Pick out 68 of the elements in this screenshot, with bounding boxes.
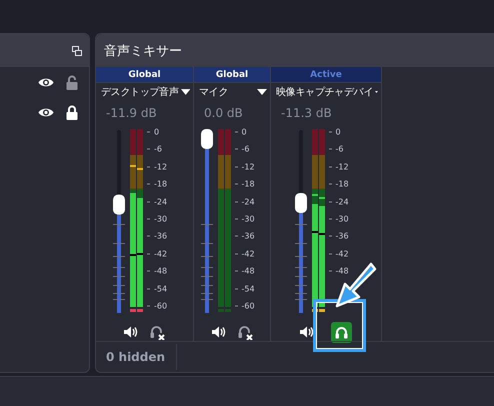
scale-label: -30 <box>147 214 168 224</box>
unlocked-icon[interactable] <box>66 74 78 90</box>
volume-fader[interactable] <box>112 129 126 315</box>
channel-dropdown[interactable]: マイク <box>194 82 270 101</box>
scale-label: -36 <box>147 232 168 241</box>
scale-label: -24 <box>147 197 168 206</box>
caret-icon <box>180 89 190 95</box>
mode-label: Global <box>96 67 193 82</box>
scale-label: -12 <box>147 162 168 172</box>
headphones-off-icon <box>238 324 252 340</box>
eye-icon[interactable] <box>38 106 54 118</box>
channel-dropdown[interactable]: 映像キャプチャデバイ <box>271 82 381 101</box>
scale-label: 0 <box>234 128 247 136</box>
volume-reading: -11.3 dB <box>280 105 333 122</box>
speaker-icon <box>212 326 226 338</box>
scale-label: -24 <box>234 197 255 206</box>
mode-label: Active <box>271 67 381 82</box>
scale-label: -18 <box>234 180 255 189</box>
mute-button[interactable] <box>300 326 314 338</box>
mute-button[interactable] <box>212 326 226 338</box>
mode-label: Global <box>194 67 270 82</box>
scale-label: -6 <box>147 144 162 154</box>
scale-label: -48 <box>234 266 255 276</box>
monitor-button[interactable] <box>150 324 165 340</box>
scale-label: -30 <box>328 214 349 224</box>
volume-fader[interactable] <box>200 129 214 315</box>
channel-dropdown[interactable]: デスクトップ音声 <box>96 82 193 101</box>
volume-reading: 0.0 dB <box>203 105 244 122</box>
scale-label: -18 <box>328 180 349 189</box>
mute-button[interactable] <box>124 326 138 338</box>
scale-label: -36 <box>328 232 349 241</box>
scale-label: -42 <box>328 249 349 258</box>
caret-icon <box>257 89 267 95</box>
scale-label: -48 <box>328 266 349 276</box>
scale-label: -18 <box>147 180 168 189</box>
scale-label: -48 <box>147 266 168 276</box>
scale-label: -60 <box>147 302 168 310</box>
speaker-icon <box>124 326 138 338</box>
scale-label: -54 <box>147 284 168 294</box>
scale-label: -6 <box>234 144 250 154</box>
fader-thumb[interactable] <box>113 194 125 215</box>
panel-title: 音声ミキサー <box>104 42 182 60</box>
hidden-count: 0 hidden <box>106 350 164 364</box>
monitor-button[interactable] <box>331 322 352 342</box>
scale-label: 0 <box>328 128 341 136</box>
scale-label: -42 <box>147 249 168 258</box>
scale-label: -6 <box>328 144 344 154</box>
scale-label: -54 <box>234 284 255 294</box>
speaker-icon <box>300 326 314 338</box>
scale-label: -36 <box>234 232 255 241</box>
lock-icon[interactable] <box>66 104 78 120</box>
scale-label: -12 <box>234 162 255 172</box>
scale-label: -24 <box>328 197 349 206</box>
fader-thumb[interactable] <box>200 129 212 149</box>
headphones-off-icon <box>150 324 165 340</box>
volume-fader[interactable] <box>294 129 308 315</box>
volume-reading: -11.9 dB <box>105 105 158 122</box>
undock-icon[interactable] <box>72 46 82 56</box>
scale-label: -60 <box>234 302 255 310</box>
highlight-frame <box>313 299 366 352</box>
scale-label: 0 <box>147 128 160 136</box>
scale-label: -30 <box>234 214 255 224</box>
eye-icon[interactable] <box>38 76 54 88</box>
fader-thumb[interactable] <box>294 192 306 213</box>
headphones-icon <box>335 326 348 338</box>
scale-label: -42 <box>234 249 255 258</box>
scale-label: -12 <box>328 162 349 172</box>
monitor-button[interactable] <box>238 324 252 340</box>
